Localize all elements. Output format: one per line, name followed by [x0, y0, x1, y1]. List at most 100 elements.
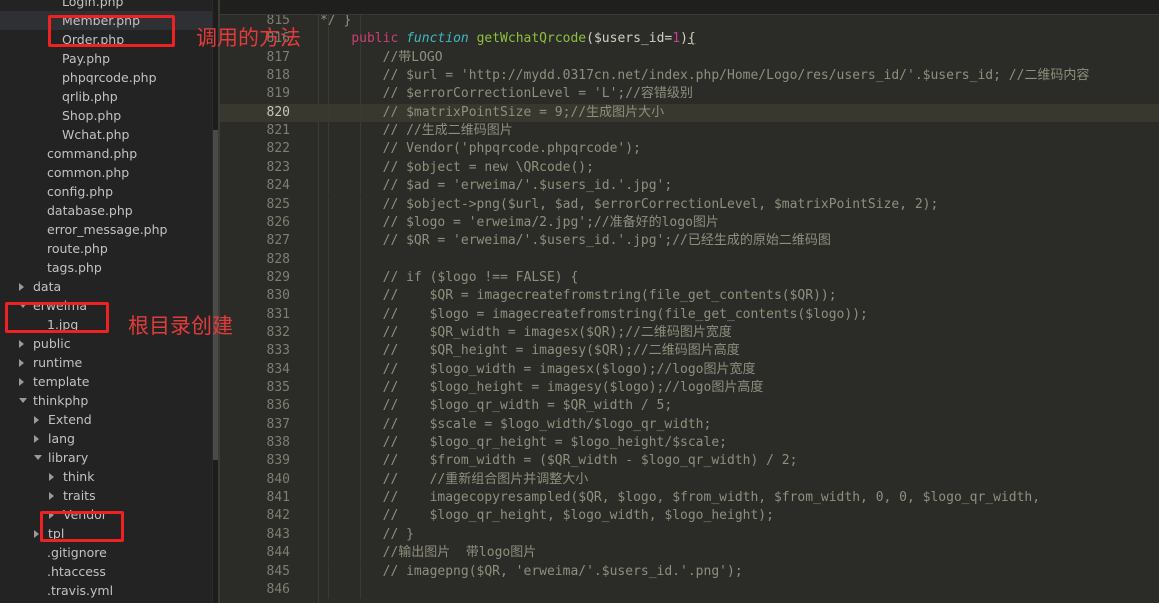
- tree-item-qrlib-php[interactable]: qrlib.php: [0, 87, 212, 106]
- code-line[interactable]: 831 // $logo = imagecreatefromstring(fil…: [220, 305, 1159, 324]
- code-line[interactable]: 842 // $logo_qr_height, $logo_width, $lo…: [220, 507, 1159, 526]
- code-line[interactable]: 841 // imagecopyresampled($QR, $logo, $f…: [220, 489, 1159, 508]
- code-line[interactable]: 843 // }: [220, 525, 1159, 545]
- tree-item-shop-php[interactable]: Shop.php: [0, 106, 212, 125]
- tree-item-data[interactable]: data: [0, 277, 212, 296]
- line-number: 829: [266, 269, 290, 285]
- code-line[interactable]: 832 // $QR_width = imagesx($QR);//二维码图片宽…: [220, 323, 1159, 343]
- code-line[interactable]: 844 //输出图片 带logo图片: [220, 544, 1159, 563]
- code-line[interactable]: 845 // imagepng($QR, 'erweima/'.$users_i…: [220, 562, 1159, 581]
- chevron-right-icon[interactable]: [19, 359, 24, 367]
- chevron-right-icon[interactable]: [49, 492, 54, 500]
- code-text: // $logo = imagecreatefromstring(file_ge…: [320, 306, 868, 324]
- code-line[interactable]: 816 public function getWchatQrcode($user…: [220, 30, 1159, 49]
- tree-item-common-php[interactable]: common.php: [0, 163, 212, 182]
- tree-item-label: .travis.yml: [47, 583, 114, 598]
- tree-item-command-php[interactable]: command.php: [0, 144, 212, 163]
- code-line[interactable]: 838 // $logo_qr_height = $logo_height/$s…: [220, 434, 1159, 453]
- code-line[interactable]: 817 //带LOGO: [220, 48, 1159, 68]
- tree-item-library[interactable]: library: [0, 448, 212, 467]
- code-text: // $QR = 'erweima/'.$users_id.'.jpg';//已…: [320, 232, 831, 250]
- tree-item-thinkphp[interactable]: thinkphp: [0, 391, 212, 410]
- code-line[interactable]: 829 // if ($logo !== FALSE) {: [220, 268, 1159, 288]
- tree-item-phpqrcode-php[interactable]: phpqrcode.php: [0, 68, 212, 87]
- tree-item-login-php[interactable]: Login.php: [0, 0, 212, 11]
- tree-item-route-php[interactable]: route.php: [0, 239, 212, 258]
- tree-item-gitignore[interactable]: .gitignore: [0, 543, 212, 562]
- indent-guide: [360, 250, 361, 269]
- code-line[interactable]: 835 // $logo_height = imagesy($logo);//l…: [220, 379, 1159, 398]
- code-line[interactable]: 836 // $logo_qr_width = $QR_width / 5;: [220, 397, 1159, 416]
- token: // $QR_width = imagesx($QR);//二维码图片宽度: [320, 324, 732, 340]
- tree-item-traits[interactable]: traits: [0, 486, 212, 505]
- chevron-down-icon[interactable]: [19, 303, 27, 308]
- tree-item-extend[interactable]: Extend: [0, 410, 212, 429]
- code-line[interactable]: 815 */ }: [220, 15, 1159, 31]
- code-line[interactable]: 824 // $ad = 'erweima/'.$users_id.'.jpg'…: [220, 177, 1159, 196]
- tree-item-wchat-php[interactable]: Wchat.php: [0, 125, 212, 144]
- chevron-down-icon[interactable]: [19, 398, 27, 403]
- code-line[interactable]: 820 // $matrixPointSize = 9;//生成图片大小: [220, 103, 1159, 123]
- code-text: // $logo_qr_height = $logo_height/$scale…: [320, 434, 727, 452]
- line-number: 821: [266, 123, 290, 139]
- code-line[interactable]: 839 // $from_width = ($QR_width - $logo_…: [220, 452, 1159, 471]
- tree-item-1-jpg[interactable]: 1.jpg: [0, 315, 212, 334]
- tree-item-label: Wchat.php: [62, 127, 130, 142]
- code-content[interactable]: 815 */ } 816 public function getWchatQrcod…: [220, 15, 1159, 603]
- code-text: // $logo = 'erweima/2.jpg';//准备好的logo图片: [320, 214, 719, 232]
- chevron-right-icon[interactable]: [49, 511, 54, 519]
- chevron-right-icon[interactable]: [34, 416, 39, 424]
- code-line[interactable]: 840 // //重新组合图片并调整大小: [220, 470, 1159, 490]
- tree-item-order-php[interactable]: Order.php: [0, 30, 212, 49]
- tree-item-lang[interactable]: lang: [0, 429, 212, 448]
- token: ): [680, 31, 688, 47]
- code-line[interactable]: 823 // $object = new \QRcode();: [220, 158, 1159, 178]
- tree-item-travis-yml[interactable]: .travis.yml: [0, 581, 212, 600]
- code-line[interactable]: 830 // $QR = imagecreatefromstring(file_…: [220, 287, 1159, 306]
- tree-item-public[interactable]: public: [0, 334, 212, 353]
- code-line[interactable]: 828: [220, 250, 1159, 269]
- tree-item-template[interactable]: template: [0, 372, 212, 391]
- chevron-right-icon[interactable]: [19, 340, 24, 348]
- code-line[interactable]: 826 // $logo = 'erweima/2.jpg';//准备好的log…: [220, 213, 1159, 233]
- code-text: // $QR_width = imagesx($QR);//二维码图片宽度: [320, 324, 732, 342]
- tree-item-label: Order.php: [62, 32, 125, 47]
- code-line[interactable]: 821 // //生成二维码图片: [220, 122, 1159, 141]
- tree-item-error-message-php[interactable]: error_message.php: [0, 220, 212, 239]
- chevron-right-icon[interactable]: [19, 283, 24, 291]
- code-line[interactable]: 846: [220, 580, 1159, 600]
- tree-item-htaccess[interactable]: .htaccess: [0, 562, 212, 581]
- tree-item-pay-php[interactable]: Pay.php: [0, 49, 212, 68]
- tree-item-member-php[interactable]: Member.php: [0, 11, 212, 30]
- token: // }: [320, 526, 414, 542]
- code-line[interactable]: 819 // $errorCorrectionLevel = 'L';//容错级…: [220, 85, 1159, 104]
- tree-item-think[interactable]: think: [0, 467, 212, 486]
- code-line[interactable]: 822 // Vendor('phpqrcode.phpqrcode');: [220, 140, 1159, 159]
- code-text: // $QR_height = imagesy($QR);//二维码图片高度: [320, 342, 740, 360]
- tree-item-config-php[interactable]: config.php: [0, 182, 212, 201]
- code-line[interactable]: 818 // $url = 'http://mydd.0317cn.net/in…: [220, 67, 1159, 86]
- tree-item-vendor[interactable]: Vendor: [0, 505, 212, 524]
- editor-pane[interactable]: 815 */ } 816 public function getWchatQrcod…: [220, 0, 1159, 603]
- code-line[interactable]: 834 // $logo_width = imagesx($logo);//lo…: [220, 360, 1159, 379]
- chevron-right-icon[interactable]: [34, 435, 39, 443]
- line-number: 833: [266, 343, 290, 359]
- chevron-right-icon[interactable]: [19, 378, 24, 386]
- tree-item-label: public: [33, 336, 71, 351]
- code-text: // $url = 'http://mydd.0317cn.net/index.…: [320, 67, 1090, 85]
- project-file-tree[interactable]: Login.php Member.php Order.php Pay.php phpqr…: [0, 0, 212, 603]
- editor-top-bar: [220, 0, 1159, 15]
- code-line[interactable]: 833 // $QR_height = imagesy($QR);//二维码图片…: [220, 342, 1159, 361]
- code-text: // $logo_qr_width = $QR_width / 5;: [320, 397, 673, 415]
- tree-item-tpl[interactable]: tpl: [0, 524, 212, 543]
- code-line[interactable]: 827 // $QR = 'erweima/'.$users_id.'.jpg'…: [220, 232, 1159, 251]
- chevron-right-icon[interactable]: [49, 473, 54, 481]
- tree-item-runtime[interactable]: runtime: [0, 353, 212, 372]
- code-line[interactable]: 837 // $scale = $logo_width/$logo_qr_wid…: [220, 415, 1159, 435]
- tree-item-database-php[interactable]: database.php: [0, 201, 212, 220]
- code-line[interactable]: 825 // $object->png($url, $ad, $errorCor…: [220, 195, 1159, 214]
- tree-item-erweima[interactable]: erweima: [0, 296, 212, 315]
- chevron-down-icon[interactable]: [34, 455, 42, 460]
- chevron-right-icon[interactable]: [34, 530, 39, 538]
- tree-item-tags-php[interactable]: tags.php: [0, 258, 212, 277]
